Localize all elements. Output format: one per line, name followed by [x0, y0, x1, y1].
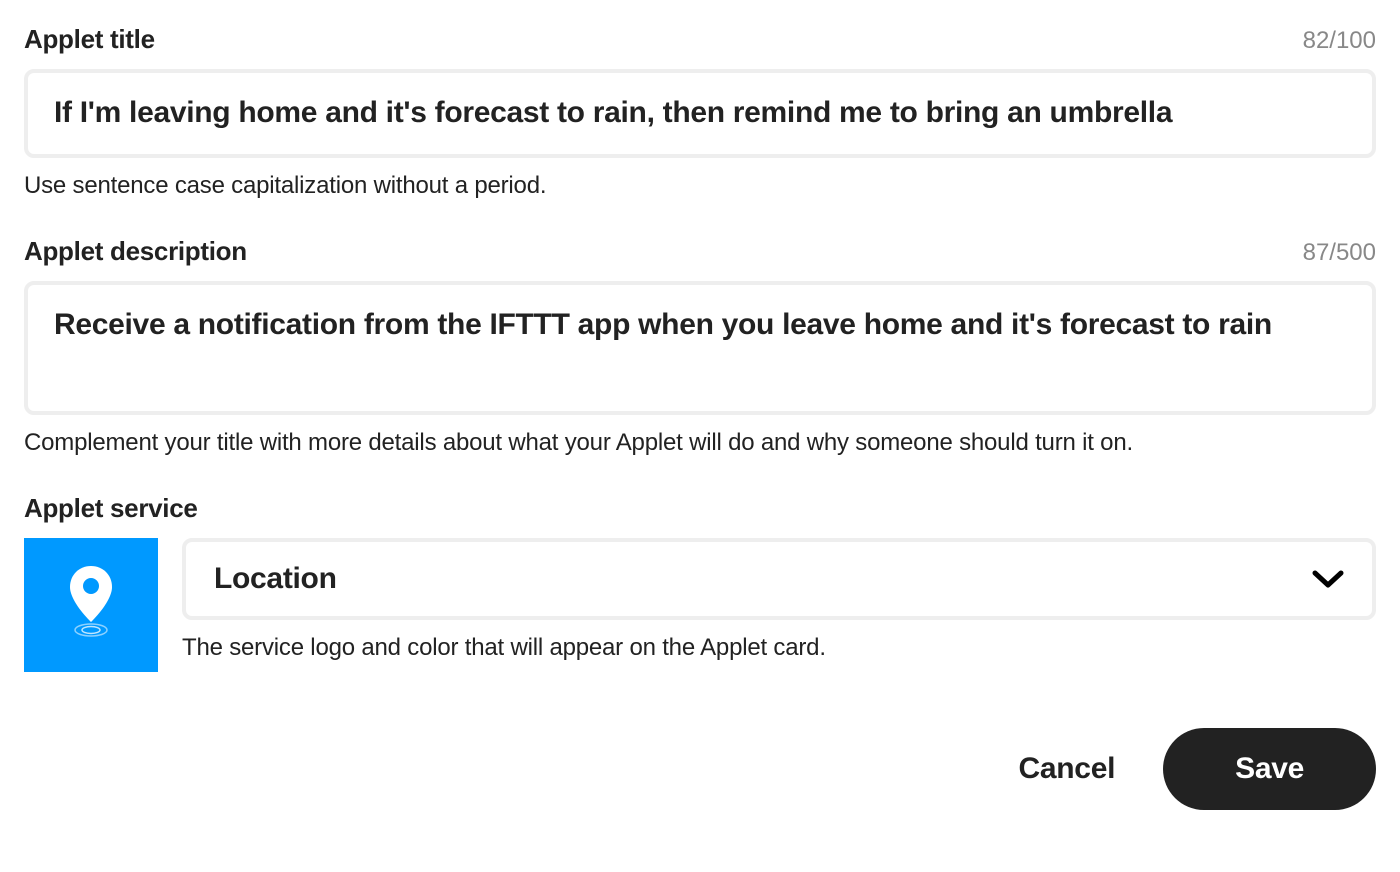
applet-title-helper: Use sentence case capitalization without… — [24, 172, 1376, 200]
applet-description-input[interactable] — [28, 285, 1372, 406]
applet-description-group: Applet description 87/500 Complement you… — [24, 236, 1376, 457]
applet-description-label: Applet description — [24, 236, 247, 267]
applet-title-char-count: 82/100 — [1303, 27, 1376, 55]
applet-service-helper: The service logo and color that will app… — [182, 634, 1376, 662]
service-icon-box — [24, 538, 158, 672]
applet-title-input[interactable] — [28, 73, 1372, 154]
location-pin-icon — [63, 562, 119, 647]
applet-service-select[interactable]: Location — [182, 538, 1376, 620]
actions-row: Cancel Save — [24, 728, 1376, 810]
applet-title-group: Applet title 82/100 Use sentence case ca… — [24, 24, 1376, 200]
applet-service-group: Applet service Location — [24, 493, 1376, 672]
applet-title-label: Applet title — [24, 24, 155, 55]
applet-description-helper: Complement your title with more details … — [24, 429, 1376, 457]
applet-service-label: Applet service — [24, 493, 198, 524]
save-button[interactable]: Save — [1163, 728, 1376, 810]
cancel-button[interactable]: Cancel — [1019, 752, 1116, 786]
applet-service-selected-value: Location — [214, 562, 337, 596]
applet-description-char-count: 87/500 — [1303, 239, 1376, 267]
chevron-down-icon — [1312, 569, 1344, 589]
